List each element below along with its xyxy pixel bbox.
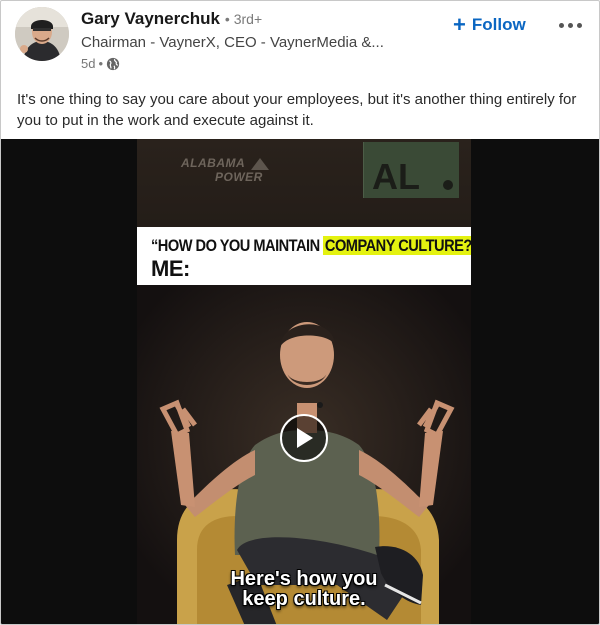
banner-question: “HOW DO YOU MAINTAIN COMPANY CULTURE?” <box>151 236 471 256</box>
author-name-row: Gary Vaynerchuk • 3rd+ <box>81 9 262 29</box>
follow-button[interactable]: + Follow <box>453 11 526 39</box>
sponsor-logo: ALABAMA POWER <box>181 157 271 198</box>
sign-dot <box>443 180 453 190</box>
post-text: It's one thing to say you care about you… <box>17 91 577 129</box>
globe-icon <box>106 57 120 70</box>
post-meta: 5d • <box>81 56 120 71</box>
sponsor-mark-icon <box>250 158 269 170</box>
background-sign: AL <box>363 142 459 198</box>
video-subtitle: Here's how you keep culture. <box>137 569 471 609</box>
connection-degree: • 3rd+ <box>224 11 263 27</box>
subtitle-line-2: keep culture. <box>242 588 366 610</box>
author-headline: Chairman - VaynerX, CEO - VaynerMedia &.… <box>81 34 384 51</box>
banner-highlight: COMPANY CULTURE? <box>323 236 471 255</box>
author-avatar[interactable] <box>15 7 69 61</box>
ellipsis-icon[interactable] <box>553 13 587 37</box>
follow-label: Follow <box>471 15 526 34</box>
avatar-photo <box>15 7 69 61</box>
caption-banner: “HOW DO YOU MAINTAIN COMPANY CULTURE?” M… <box>137 227 471 285</box>
subtitle-line-1: Here's how you <box>230 568 378 590</box>
plus-icon: + <box>453 12 466 37</box>
video-player[interactable]: ALABAMA POWER AL “HOW DO YOU MAINTAIN CO… <box>1 139 599 624</box>
author-name[interactable]: Gary Vaynerchuk <box>81 9 220 29</box>
play-icon[interactable] <box>280 414 328 462</box>
play-triangle <box>297 428 313 448</box>
banner-me: ME: <box>151 256 190 281</box>
video-frame: ALABAMA POWER AL “HOW DO YOU MAINTAIN CO… <box>137 139 471 624</box>
post-time: 5d <box>81 56 96 71</box>
sign-text: AL <box>372 156 420 197</box>
feed-post-card: Gary Vaynerchuk • 3rd+ Chairman - Vayner… <box>0 0 600 625</box>
meta-separator: • <box>98 56 104 71</box>
